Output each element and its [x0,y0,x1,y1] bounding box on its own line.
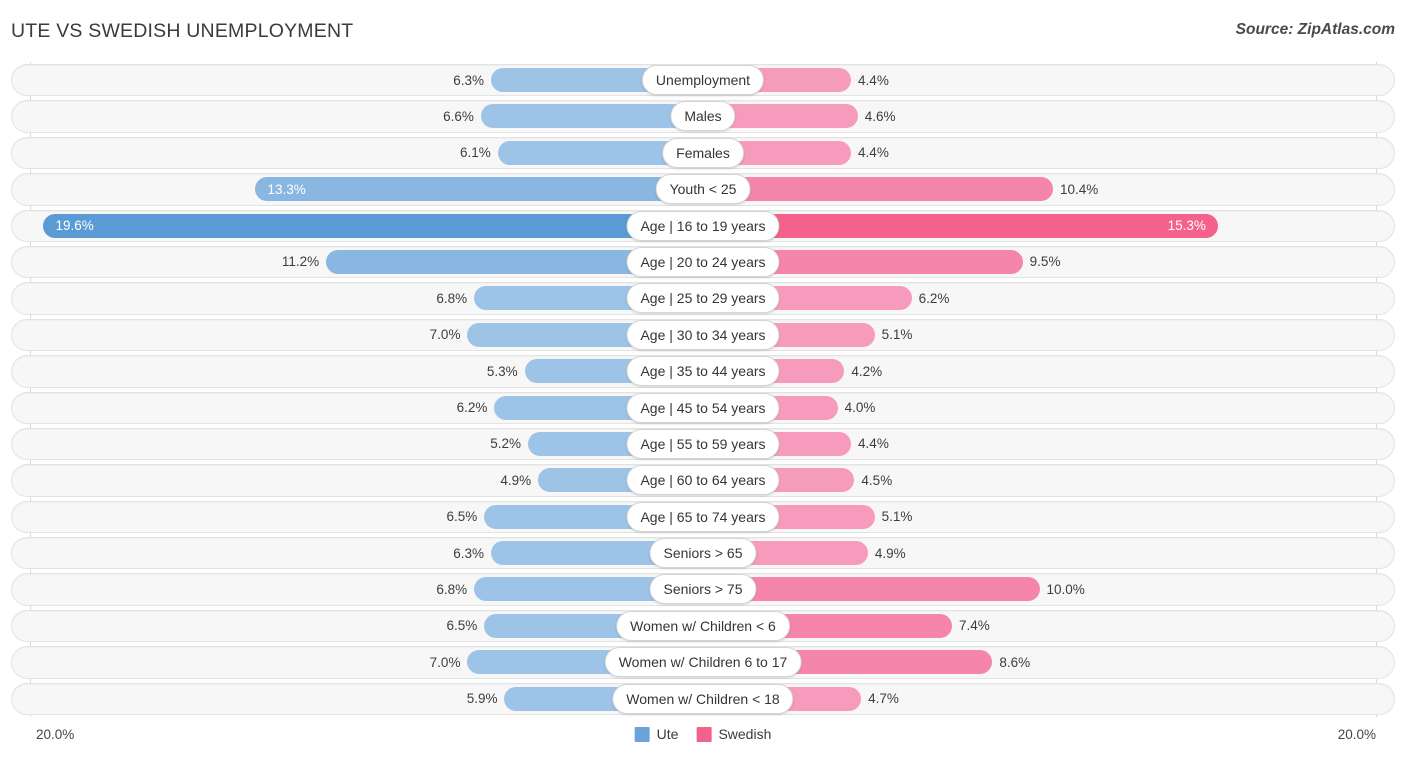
chart-row[interactable]: 6.8% 6.2% Age | 25 to 29 years [0,280,1406,316]
chart-page: UTE VS SWEDISH UNEMPLOYMENT Source: ZipA… [0,0,1406,757]
category-label-pill[interactable]: Women w/ Children < 18 [612,683,794,714]
value-label-ute: 6.8% [436,290,468,306]
chart-rows: 6.3% 4.4% Unemployment 6.6% 4.6% Males 6.1% 4.4… [0,62,1406,717]
legend-swatch-icon [634,726,650,742]
category-label-pill[interactable]: Age | 30 to 34 years [626,319,780,350]
chart-row[interactable]: 7.0% 5.1% Age | 30 to 34 years [0,317,1406,353]
chart-row[interactable]: 19.6% 15.3% Age | 16 to 19 years [0,208,1406,244]
value-label-ute: 7.0% [429,654,461,670]
chart-row[interactable]: 13.3% 10.4% Youth < 25 [0,171,1406,207]
chart-plot-area: 6.3% 4.4% Unemployment 6.6% 4.6% Males 6.1% 4.4… [0,62,1406,717]
value-label-ute: 6.3% [453,545,485,561]
category-label-pill[interactable]: Females [662,137,744,168]
category-label-pill[interactable]: Youth < 25 [655,174,751,205]
legend-item[interactable]: Ute [634,726,679,742]
category-label-pill[interactable]: Age | 25 to 29 years [626,283,780,314]
value-label-swedish: 7.4% [959,618,990,634]
value-label-ute: 6.5% [446,509,478,525]
bar-swedish [703,177,1053,202]
axis-label-left: 20.0% [36,727,75,742]
legend-item[interactable]: Swedish [696,726,771,742]
value-label-swedish: 4.4% [858,436,889,452]
value-label-swedish: 4.2% [851,363,883,379]
chart-row[interactable]: 11.2% 9.5% Age | 20 to 24 years [0,244,1406,280]
chart-row[interactable]: 6.3% 4.9% Seniors > 65 [0,535,1406,571]
chart-row[interactable]: 4.9% 4.5% Age | 60 to 64 years [0,462,1406,498]
category-label-pill[interactable]: Seniors > 75 [649,574,757,605]
chart-row[interactable]: 6.8% 10.0% Seniors > 75 [0,571,1406,607]
value-label-swedish: 4.4% [858,72,889,88]
value-label-ute: 6.6% [443,108,474,124]
value-label-ute: 6.2% [456,400,488,416]
chart-row[interactable]: 6.1% 4.4% Females [0,135,1406,171]
chart-row[interactable]: 5.9% 4.7% Women w/ Children < 18 [0,681,1406,717]
chart-row[interactable]: 6.3% 4.4% Unemployment [0,62,1406,98]
value-label-swedish: 6.2% [918,290,950,306]
value-label-ute: 13.3% [267,181,306,197]
value-label-swedish: 8.6% [999,654,1031,670]
chart-row[interactable]: 5.2% 4.4% Age | 55 to 59 years [0,426,1406,462]
category-label-pill[interactable]: Unemployment [641,65,765,95]
value-label-ute: 6.8% [436,581,468,597]
source-attribution: Source: ZipAtlas.com [1235,21,1395,38]
category-label-pill[interactable]: Age | 60 to 64 years [626,465,780,496]
category-label-pill[interactable]: Age | 55 to 59 years [626,428,780,459]
value-label-swedish: 4.6% [864,108,896,124]
axis-label-right: 20.0% [1337,727,1376,742]
chart-row[interactable]: 6.5% 5.1% Age | 65 to 74 years [0,499,1406,535]
value-label-ute: 6.1% [459,145,491,161]
legend-label: Ute [656,726,679,742]
value-label-ute: 11.2% [281,254,320,270]
value-label-swedish: 5.1% [881,327,913,343]
chart-header: UTE VS SWEDISH UNEMPLOYMENT Source: ZipA… [0,0,1406,60]
chart-row[interactable]: 5.3% 4.2% Age | 35 to 44 years [0,353,1406,389]
category-label-pill[interactable]: Women w/ Children 6 to 17 [604,647,802,678]
value-label-swedish: 4.5% [861,472,893,488]
value-label-swedish: 4.4% [858,145,889,161]
category-label-pill[interactable]: Age | 35 to 44 years [626,356,780,387]
chart-row[interactable]: 6.6% 4.6% Males [0,98,1406,134]
category-label-pill[interactable]: Males [670,101,736,132]
chart-row[interactable]: 6.2% 4.0% Age | 45 to 54 years [0,390,1406,426]
page-title: UTE VS SWEDISH UNEMPLOYMENT [11,20,354,42]
chart-row[interactable]: 7.0% 8.6% Women w/ Children 6 to 17 [0,644,1406,680]
value-label-ute: 4.9% [500,472,532,488]
value-label-swedish: 15.3% [1167,218,1206,234]
value-label-swedish: 4.0% [844,400,876,416]
value-label-swedish: 4.9% [874,545,906,561]
value-label-swedish: 5.1% [881,509,913,525]
value-label-ute: 5.3% [486,363,518,379]
value-label-ute: 7.0% [429,327,461,343]
value-label-ute: 5.2% [490,436,522,452]
value-label-swedish: 10.0% [1046,581,1085,597]
chart-row[interactable]: 6.5% 7.4% Women w/ Children < 6 [0,608,1406,644]
legend-swatch-icon [696,726,712,742]
category-label-pill[interactable]: Age | 65 to 74 years [626,501,780,532]
category-label-pill[interactable]: Age | 45 to 54 years [626,392,780,423]
legend-label: Swedish [718,726,772,742]
category-label-pill[interactable]: Age | 20 to 24 years [626,246,780,277]
category-label-pill[interactable]: Age | 16 to 19 years [626,210,780,241]
category-label-pill[interactable]: Seniors > 65 [649,538,757,569]
category-label-pill[interactable]: Women w/ Children < 6 [616,610,790,641]
value-label-ute: 5.9% [466,691,498,707]
chart-footer: 20.0% 20.0% Ute Swedish [0,717,1406,757]
value-label-swedish: 10.4% [1059,181,1099,197]
value-label-swedish: 4.7% [868,691,899,707]
value-label-ute: 19.6% [55,218,94,234]
value-label-swedish: 9.5% [1029,254,1061,270]
value-label-ute: 6.3% [453,72,485,88]
value-label-ute: 6.5% [446,618,478,634]
chart-legend: Ute Swedish [634,726,771,742]
